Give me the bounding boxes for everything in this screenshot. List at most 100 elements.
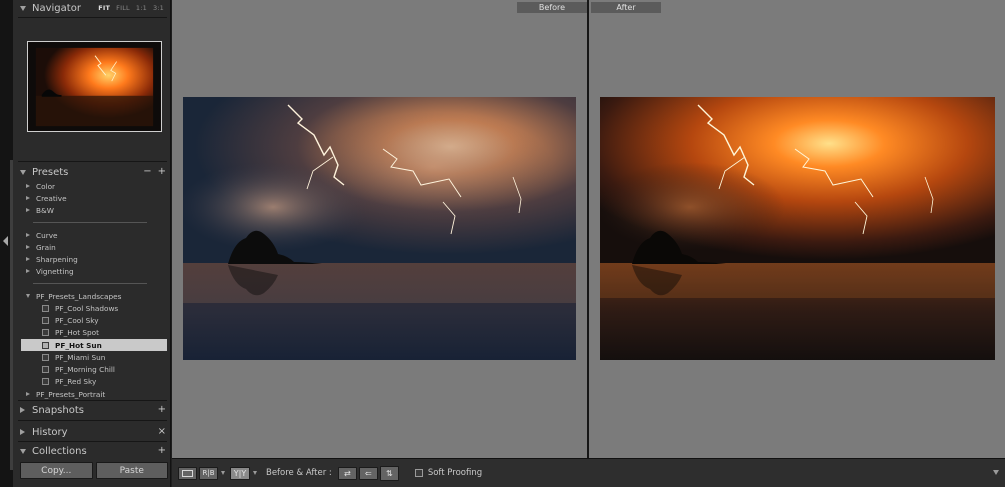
remove-preset-icon[interactable]: − <box>143 167 151 177</box>
before-after-mode-button[interactable]: Y|Y <box>230 466 250 480</box>
divider <box>18 420 167 421</box>
before-pane[interactable]: Before <box>172 0 587 458</box>
preset-folder-portrait[interactable]: PF_Presets_Portrait <box>21 388 167 400</box>
preset-folder-label: PF_Presets_Landscapes <box>36 291 122 301</box>
navigator-header[interactable]: Navigator FIT FILL 1:1 3:1 <box>20 0 166 16</box>
before-photo[interactable] <box>183 97 576 360</box>
collapse-arrow-icon[interactable] <box>3 236 8 246</box>
after-image <box>600 97 995 360</box>
navigator-thumbnail[interactable] <box>27 41 162 132</box>
clear-history-icon[interactable]: × <box>158 427 166 437</box>
add-collection-icon[interactable]: + <box>158 446 166 456</box>
preset-item-hot-sun[interactable]: PF_Hot Sun <box>21 339 167 351</box>
develop-toolbar: R|B Y|Y Before & After : ⇄ ⇐ ⇅ Soft Proo… <box>172 458 1005 487</box>
folder-triangle-icon[interactable] <box>26 208 30 212</box>
copy-before-to-after-button[interactable]: ⇄ <box>337 466 357 480</box>
preset-folder-color[interactable]: Color <box>21 180 167 192</box>
preset-icon <box>42 304 49 312</box>
preset-label: PF_Cool Sky <box>55 315 99 325</box>
preset-item-morning-chill[interactable]: PF_Morning Chill <box>21 363 167 375</box>
folder-triangle-icon[interactable] <box>26 245 30 249</box>
presets-title: Presets <box>32 166 69 178</box>
preset-folder-label: Color <box>36 181 56 191</box>
folder-triangle-icon[interactable] <box>26 269 30 273</box>
preset-folder-label: Vignetting <box>36 266 74 276</box>
compare-view-button[interactable]: R|B <box>199 466 218 480</box>
preset-folder-grain[interactable]: Grain <box>21 241 167 253</box>
soft-proofing-checkbox[interactable] <box>414 469 423 477</box>
folder-triangle-icon[interactable] <box>26 257 30 261</box>
group-separator <box>33 283 147 284</box>
preset-folder-creative[interactable]: Creative <box>21 192 167 204</box>
left-panel-toggle-strip[interactable] <box>0 0 13 487</box>
zoom-fit-option[interactable]: FIT <box>98 4 110 12</box>
preset-folder-label: B&W <box>36 205 54 215</box>
paste-button[interactable]: Paste <box>95 462 168 479</box>
preset-folder-vignetting[interactable]: Vignetting <box>21 265 167 277</box>
compare-view-icon: R|B <box>202 469 215 477</box>
preset-icon <box>42 365 49 373</box>
folder-triangle-icon[interactable] <box>26 392 30 396</box>
divider <box>18 17 167 18</box>
preset-item-cool-shadows[interactable]: PF_Cool Shadows <box>21 302 167 314</box>
before-after-dropdown-icon[interactable] <box>253 471 257 475</box>
preset-folder-label: Creative <box>36 193 67 203</box>
divider <box>18 400 167 401</box>
preset-icon <box>42 377 49 385</box>
swap-before-after-button[interactable]: ⇅ <box>379 465 399 481</box>
preset-label: PF_Cool Shadows <box>55 303 119 313</box>
swap-icon: ⇅ <box>385 468 393 478</box>
preset-item-cool-sky[interactable]: PF_Cool Sky <box>21 314 167 326</box>
preset-item-red-sky[interactable]: PF_Red Sky <box>21 375 167 387</box>
preset-folder-landscapes[interactable]: PF_Presets_Landscapes <box>21 290 167 302</box>
before-image <box>183 97 576 360</box>
preset-label: PF_Red Sky <box>55 376 97 386</box>
folder-triangle-icon[interactable] <box>26 184 30 188</box>
navigator-title: Navigator <box>32 2 81 14</box>
copy-button[interactable]: Copy... <box>20 462 93 479</box>
folder-triangle-icon[interactable] <box>26 196 30 200</box>
preset-icon <box>42 341 49 349</box>
yy-mode-label: Y|Y <box>233 468 247 478</box>
divider <box>18 161 167 162</box>
preset-folder-bw[interactable]: B&W <box>21 204 167 216</box>
preset-folder-curve[interactable]: Curve <box>21 229 167 241</box>
arrow-right-icon: ⇄ <box>343 468 351 478</box>
preset-folder-label: PF_Presets_Portrait <box>36 389 106 399</box>
zoom-fill-option[interactable]: FILL <box>116 4 130 12</box>
loupe-view-button[interactable] <box>178 466 197 480</box>
toolbar-menu-icon[interactable] <box>993 470 999 475</box>
soft-proofing-label: Soft Proofing <box>427 468 483 478</box>
history-header[interactable]: History × <box>20 424 166 440</box>
snapshots-header[interactable]: Snapshots + <box>20 402 166 418</box>
expand-triangle-icon[interactable] <box>20 169 26 175</box>
zoom-1-1-option[interactable]: 1:1 <box>136 4 147 12</box>
expand-triangle-icon[interactable] <box>20 429 25 435</box>
preset-folder-sharpening[interactable]: Sharpening <box>21 253 167 265</box>
view-mode-dropdown-icon[interactable] <box>221 471 225 475</box>
presets-header[interactable]: Presets − + <box>20 164 166 180</box>
expand-triangle-icon[interactable] <box>20 5 26 11</box>
folder-triangle-icon[interactable] <box>26 294 30 298</box>
group-separator <box>33 222 147 223</box>
folder-triangle-icon[interactable] <box>26 233 30 237</box>
arrow-left-icon: ⇐ <box>364 468 372 478</box>
preset-label: PF_Miami Sun <box>55 352 106 362</box>
preset-item-miami-sun[interactable]: PF_Miami Sun <box>21 351 167 363</box>
thumbnail-image <box>28 42 161 131</box>
preset-label: PF_Morning Chill <box>55 364 115 374</box>
preset-label: PF_Hot Sun <box>55 340 102 350</box>
expand-triangle-icon[interactable] <box>20 448 26 454</box>
preset-folder-label: Sharpening <box>36 254 78 264</box>
after-pane[interactable]: After <box>589 0 1005 458</box>
expand-triangle-icon[interactable] <box>20 407 25 413</box>
preset-item-hot-spot[interactable]: PF_Hot Spot <box>21 326 167 338</box>
collections-title: Collections <box>32 445 87 457</box>
copy-after-to-before-button[interactable]: ⇐ <box>358 466 378 480</box>
add-snapshot-icon[interactable]: + <box>158 405 166 415</box>
after-photo[interactable] <box>600 97 995 360</box>
collections-header[interactable]: Collections + <box>20 443 166 459</box>
before-label: Before <box>517 2 587 13</box>
zoom-3-1-option[interactable]: 3:1 <box>153 4 164 12</box>
add-preset-icon[interactable]: + <box>158 167 166 177</box>
